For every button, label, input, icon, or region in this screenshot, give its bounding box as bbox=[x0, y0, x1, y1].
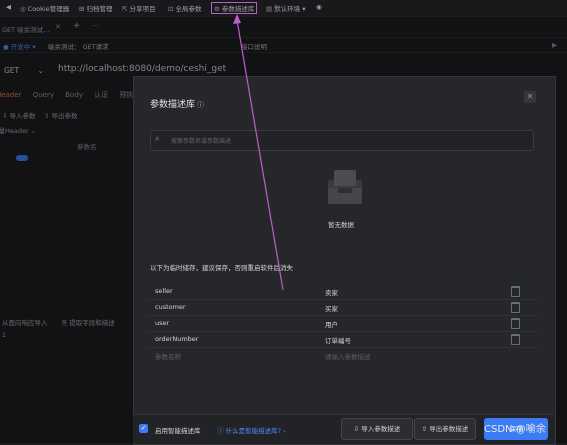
what-is-smart-lib-link[interactable]: ⓘ 什么是智能描述库? › bbox=[217, 425, 286, 435]
top-toolbar: ◀ ◎ Cookie管理器 ⊞ 归档管理 ⇱ 分享项目 ⊡ 全局参数 ⚙ 参数描述库 ▤ 默… bbox=[0, 0, 567, 17]
temp-storage-note: 以下为临时储存，建议保存，否则重启软件后消失 bbox=[150, 264, 293, 272]
trash-icon[interactable] bbox=[511, 286, 520, 297]
trash-icon[interactable] bbox=[511, 334, 520, 345]
archive-button[interactable]: ⊞ 归档管理 bbox=[79, 3, 112, 13]
share-project-button[interactable]: ⇱ 分享项目 bbox=[122, 3, 155, 13]
param-lib-button[interactable]: ⚙ 参数描述库 bbox=[210, 2, 258, 14]
watermark: CSDN @喻余 bbox=[484, 424, 546, 435]
export-desc-button[interactable]: ⇧ 导出参数描述 bbox=[414, 418, 476, 440]
help-circle-icon[interactable]: ⓘ bbox=[197, 101, 204, 109]
param-key[interactable]: seller bbox=[155, 287, 173, 295]
search-input[interactable] bbox=[169, 134, 513, 148]
param-desc[interactable]: 用户 bbox=[325, 319, 338, 329]
param-desc[interactable]: 买家 bbox=[325, 303, 338, 313]
enable-smart-lib-label: 启用智能描述库 bbox=[155, 427, 201, 435]
globe-icon: ⊡ bbox=[168, 5, 174, 13]
table-row: seller 卖家 bbox=[145, 283, 537, 300]
search-box bbox=[150, 130, 534, 151]
eye-icon[interactable]: ◉ bbox=[316, 3, 322, 11]
empty-text: 暂无数据 bbox=[328, 221, 354, 229]
archive-icon: ⊞ bbox=[79, 5, 85, 13]
search-icon: ⌕ bbox=[155, 134, 160, 143]
table-row: customer 买家 bbox=[145, 299, 537, 316]
back-icon[interactable]: ◀ bbox=[6, 3, 11, 11]
empty-box-icon bbox=[328, 170, 362, 204]
env-select[interactable]: ▤ 默认环境 ▾ bbox=[266, 3, 306, 13]
modal-title: 参数描述库 ⓘ bbox=[150, 100, 205, 110]
cookie-manager-button[interactable]: ◎ Cookie管理器 bbox=[20, 3, 69, 13]
share-icon: ⇱ bbox=[122, 5, 128, 13]
table-row: orderNumber 订单编号 bbox=[145, 331, 537, 348]
table-row: user 用户 bbox=[145, 315, 537, 332]
new-desc-input[interactable]: 请输入参数描述 bbox=[325, 351, 371, 361]
table-row-new: 参数名称 请输入参数描述 bbox=[145, 347, 537, 363]
cookie-icon: ◎ bbox=[20, 5, 26, 13]
trash-icon[interactable] bbox=[511, 318, 520, 329]
param-key[interactable]: orderNumber bbox=[155, 335, 198, 343]
param-desc[interactable]: 订单编号 bbox=[325, 335, 351, 345]
param-key[interactable]: customer bbox=[155, 303, 186, 311]
enable-smart-lib-checkbox[interactable]: ✓ bbox=[139, 424, 148, 433]
param-key[interactable]: user bbox=[155, 319, 169, 327]
global-params-button[interactable]: ⊡ 全局参数 bbox=[168, 3, 201, 13]
trash-icon[interactable] bbox=[511, 302, 520, 313]
import-desc-button[interactable]: ⇩ 导入参数描述 bbox=[341, 418, 413, 440]
gear-icon: ⚙ bbox=[214, 5, 220, 13]
new-key-input[interactable]: 参数名称 bbox=[155, 351, 181, 361]
param-desc[interactable]: 卖家 bbox=[325, 287, 338, 297]
close-icon[interactable]: ✕ bbox=[524, 91, 536, 103]
env-icon: ▤ bbox=[266, 5, 273, 13]
